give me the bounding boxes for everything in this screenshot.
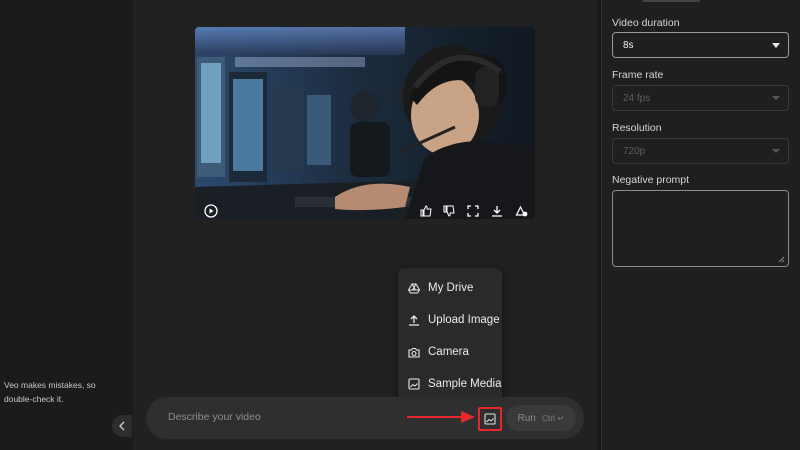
fullscreen-button[interactable] xyxy=(465,203,481,219)
menu-item-label: Upload Image xyxy=(428,314,500,326)
video-thumbnail-image xyxy=(195,27,535,219)
extend-icon xyxy=(515,205,527,217)
scroll-indicator xyxy=(642,0,700,2)
play-icon xyxy=(204,204,218,218)
resize-grip-icon[interactable] xyxy=(778,256,785,263)
thumbs-up-icon xyxy=(420,205,432,217)
frame-rate-value: 24 fps xyxy=(623,92,651,104)
video-duration-select[interactable]: 8s xyxy=(612,32,789,58)
prompt-input[interactable]: Describe your video xyxy=(168,411,261,423)
thumbs-down-icon xyxy=(443,205,455,217)
camera-icon xyxy=(408,346,420,358)
menu-item-label: Camera xyxy=(428,346,469,358)
add-media-menu: My Drive Upload Image Camera Sample Medi… xyxy=(398,268,502,404)
resolution-value: 720p xyxy=(623,145,646,157)
drive-icon xyxy=(408,282,420,294)
add-image-icon xyxy=(484,413,496,425)
menu-item-my-drive[interactable]: My Drive xyxy=(398,272,502,304)
upload-icon xyxy=(408,314,420,326)
dropdown-arrow-icon xyxy=(772,43,780,48)
play-button[interactable] xyxy=(203,203,219,219)
run-button[interactable]: Run Ctrl ↵ xyxy=(506,405,576,431)
add-media-button[interactable] xyxy=(478,407,502,431)
frame-rate-select[interactable]: 24 fps xyxy=(612,85,789,111)
menu-item-sample-media[interactable]: Sample Media xyxy=(398,368,502,400)
dislike-button[interactable] xyxy=(441,203,457,219)
menu-item-camera[interactable]: Camera xyxy=(398,336,502,368)
negative-prompt-label: Negative prompt xyxy=(612,174,690,186)
red-arrow-annotation xyxy=(407,411,475,423)
extend-button[interactable] xyxy=(513,203,529,219)
video-duration-value: 8s xyxy=(623,39,634,51)
chevron-left-icon xyxy=(119,421,125,431)
fullscreen-icon xyxy=(467,205,479,217)
left-panel: Veo makes mistakes, so double-check it. xyxy=(0,0,133,450)
collapse-panel-button[interactable] xyxy=(112,415,132,437)
like-button[interactable] xyxy=(418,203,434,219)
menu-item-label: My Drive xyxy=(428,282,474,294)
negative-prompt-input[interactable] xyxy=(612,190,789,267)
download-button[interactable] xyxy=(489,203,505,219)
image-icon xyxy=(408,378,420,390)
dropdown-arrow-icon xyxy=(772,149,780,153)
menu-item-label: Sample Media xyxy=(428,378,502,390)
menu-item-upload-image[interactable]: Upload Image xyxy=(398,304,502,336)
video-duration-label: Video duration xyxy=(612,17,680,29)
resolution-label: Resolution xyxy=(612,122,662,134)
resolution-select[interactable]: 720p xyxy=(612,138,789,164)
disclaimer-text: Veo makes mistakes, so double-check it. xyxy=(4,380,96,404)
dropdown-arrow-icon xyxy=(772,96,780,100)
frame-rate-label: Frame rate xyxy=(612,69,664,81)
video-preview[interactable] xyxy=(195,27,535,219)
settings-panel: Video duration 8s Frame rate 24 fps Reso… xyxy=(601,0,800,450)
download-icon xyxy=(492,206,502,217)
run-shortcut: Ctrl ↵ xyxy=(541,412,565,423)
run-label: Run xyxy=(517,412,536,424)
